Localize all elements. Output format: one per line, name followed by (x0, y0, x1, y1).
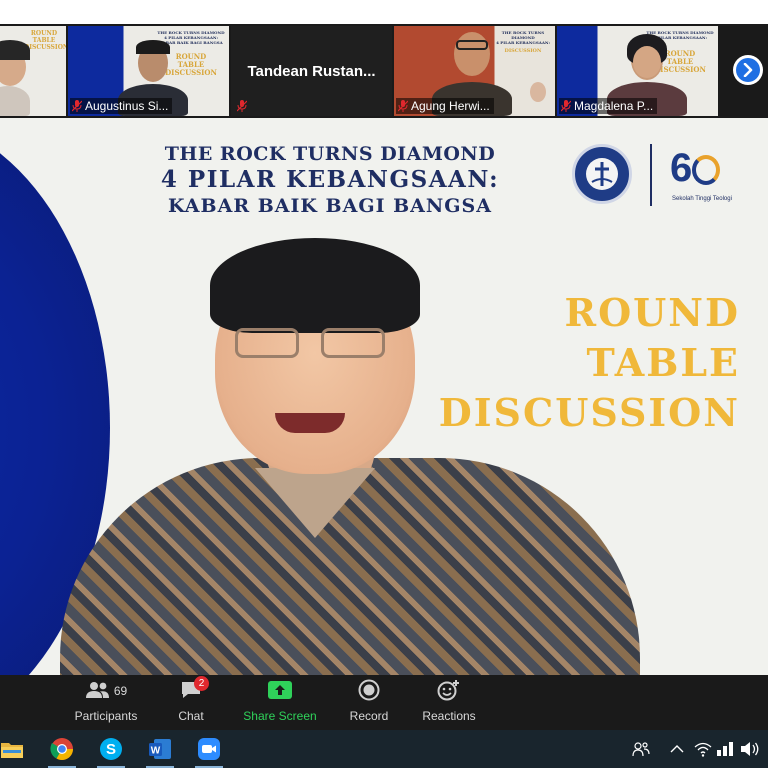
participants-icon (85, 681, 111, 702)
skype-icon[interactable]: S (91, 730, 131, 768)
speaker-hair (210, 238, 420, 333)
gallery-next-button[interactable] (733, 55, 763, 85)
gallery-strip: ROUND TABLE DISCUSSION THE ROCK TURNS DIAM… (0, 24, 768, 118)
active-speaker-video: THE ROCK TURNS DIAMOND 4 PILAR KEBANGSAA… (0, 118, 768, 675)
logo-tagline: Sekolah Tinggi Teologi (672, 196, 732, 202)
participant-name: Tandean Rustan... (247, 62, 376, 80)
chat-button[interactable]: 2 Chat (166, 676, 216, 727)
tile-poster: THE ROCK TURNS DIAMOND 4 PILAR KEBANGSAA… (496, 30, 550, 54)
logo-divider (650, 144, 652, 206)
share-screen-label: Share Screen (243, 709, 317, 723)
chevron-up-icon[interactable] (666, 730, 688, 768)
speaker-figure (60, 238, 640, 675)
word-icon[interactable]: W (140, 730, 180, 768)
participant-name: Agung Herwi... (396, 98, 494, 114)
zoom-icon[interactable] (189, 730, 229, 768)
anniversary-60-logo: 6 (670, 144, 721, 192)
glasses (235, 328, 395, 364)
wifi-icon[interactable] (692, 730, 714, 768)
share-screen-icon (268, 680, 292, 702)
svg-text:S: S (106, 741, 116, 758)
volume-icon[interactable] (738, 730, 762, 768)
reactions-label: Reactions (422, 709, 476, 723)
chrome-icon[interactable] (42, 730, 82, 768)
participants-label: Participants (74, 709, 138, 723)
chat-unread-badge: 2 (194, 676, 209, 691)
window-top-bar (0, 0, 768, 24)
mic-muted-icon (72, 100, 82, 112)
participant-tile[interactable]: THE ROCK TURNS DIAMOND 4 PILAR KEBANGSAA… (68, 26, 229, 116)
reactions-button[interactable]: Reactions (418, 679, 480, 727)
participant-name: Augustinus Si... (70, 98, 173, 114)
event-title-line2: 4 PILAR KEBANGSAAN: (160, 166, 500, 193)
chat-label: Chat (178, 709, 204, 723)
participant-name: Magdalena P... (559, 98, 658, 114)
svg-text:W: W (151, 746, 161, 757)
meeting-toolbar: 69 Participants 2 Chat Share Screen Reco… (0, 675, 768, 730)
record-icon (358, 679, 380, 704)
share-screen-button[interactable]: Share Screen (240, 679, 320, 727)
seal-logo-icon (572, 144, 632, 204)
mic-muted-icon (561, 100, 571, 112)
file-explorer-icon[interactable] (0, 730, 32, 768)
record-button[interactable]: Record (344, 679, 394, 727)
network-icon[interactable] (714, 730, 736, 768)
mic-muted-icon (237, 100, 247, 112)
windows-taskbar: S W (0, 730, 768, 768)
people-icon[interactable] (628, 730, 654, 768)
participant-tile[interactable]: ROUND TABLE DISCUSSION (0, 26, 66, 116)
event-title: THE ROCK TURNS DIAMOND 4 PILAR KEBANGSAA… (120, 142, 540, 218)
speaker-mouth (275, 413, 345, 433)
participant-tile[interactable]: THE ROCK TURNS DIAMOND 4 PILAR KEBANGSAA… (394, 26, 555, 116)
participant-tile[interactable]: Tandean Rustan... (231, 26, 392, 116)
event-title-line1: THE ROCK TURNS DIAMOND (164, 143, 496, 165)
participants-button[interactable]: 69 Participants (72, 679, 140, 727)
record-label: Record (349, 709, 389, 723)
participant-tile[interactable]: THE ROCK TURNS DIAMOND 4 PILAR KEBANGSAA… (557, 26, 718, 116)
participants-count: 69 (113, 684, 128, 698)
event-title-line3: KABAR BAIK BAGI BANGSA (168, 195, 492, 217)
mic-muted-icon (398, 100, 408, 112)
chevron-right-icon (736, 58, 760, 82)
organizer-logo: 6 Sekolah Tinggi Teologi (572, 142, 742, 212)
tile-poster-rtd: ROUND TABLE DISCUSSION (24, 30, 66, 51)
reactions-icon (437, 679, 461, 704)
